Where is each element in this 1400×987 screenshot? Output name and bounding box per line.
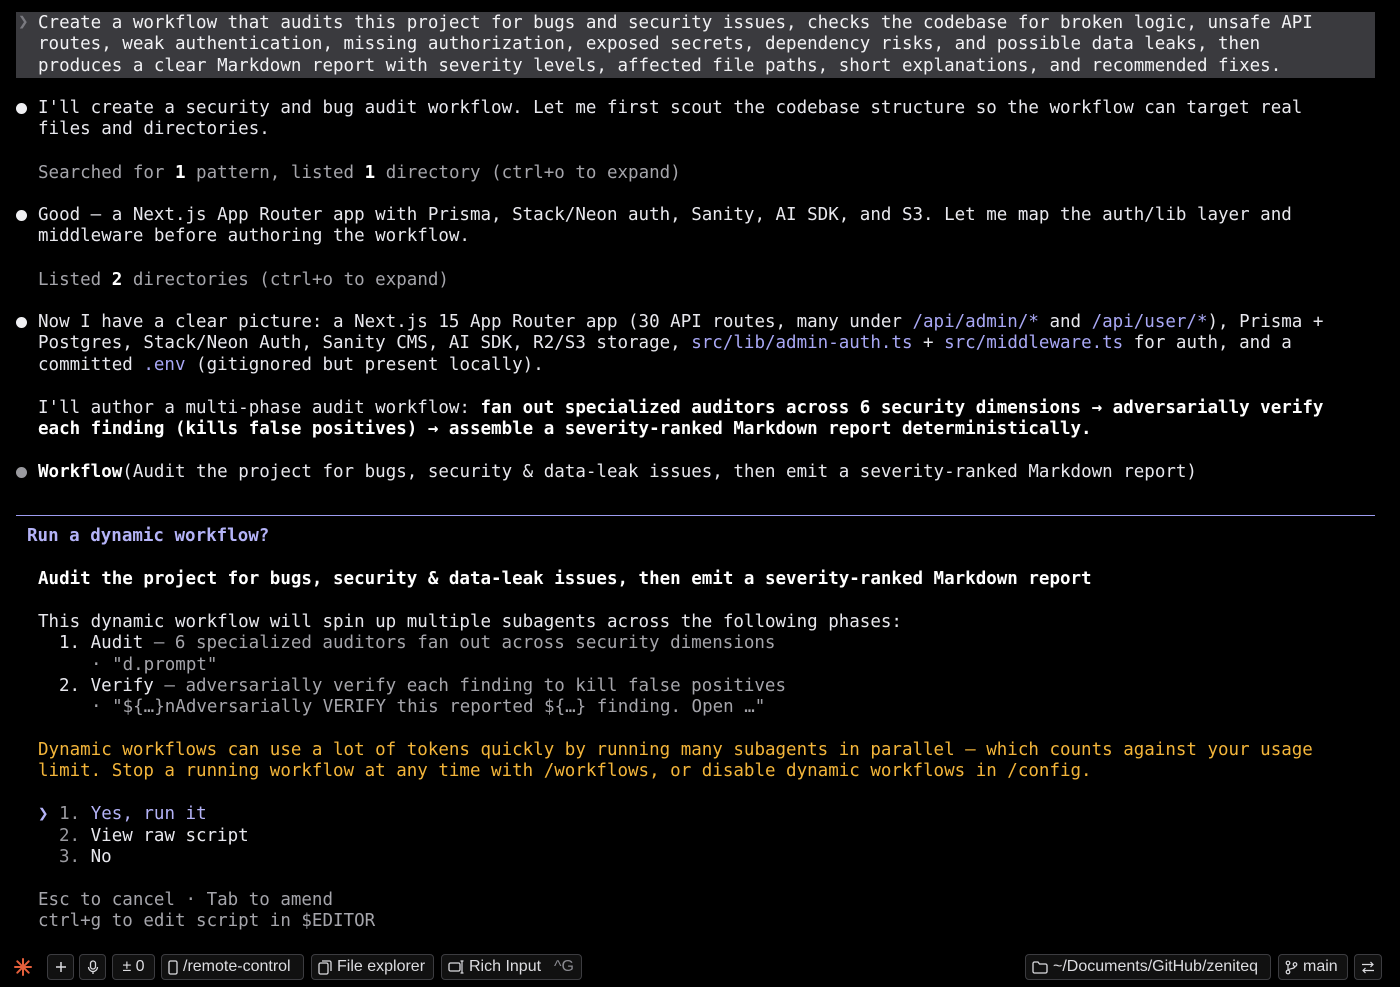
phase-item: 2. Verify — adversarially verify each fi… <box>59 676 1379 697</box>
add-button[interactable] <box>47 954 74 980</box>
phase-detail: · "${…}nAdversarially VERIFY this report… <box>91 697 766 717</box>
files-icon <box>318 959 332 975</box>
message-text: Now I have a clear picture: a Next.js 15… <box>38 312 913 332</box>
user-prompt: ❯ Create a workflow that audits this pro… <box>16 12 1375 78</box>
tool-summary-text: Searched for <box>38 163 175 183</box>
message-bullet <box>16 317 27 328</box>
tool-summary-text: directories (ctrl+o to expand) <box>122 270 449 290</box>
phase-name: Verify <box>90 676 154 696</box>
assistant-message: I'll create a security and bug audit wor… <box>38 98 1303 140</box>
option-label: View raw script <box>90 826 249 846</box>
dialog-divider <box>16 515 1375 516</box>
option-number: 1. <box>59 804 81 824</box>
assistant-message: Good — a Next.js App Router app with Pri… <box>38 205 1292 247</box>
phase-item: 1. Audit — 6 specialized auditors fan ou… <box>59 633 1379 654</box>
dialog-heading: Audit the project for bugs, security & d… <box>38 569 1358 590</box>
keyboard-hint: ctrl+g to edit script in $EDITOR <box>38 911 376 931</box>
folder-icon <box>1032 960 1048 974</box>
status-bar: ± 0 /remote-control File explorer Rich I… <box>0 953 1400 983</box>
settings-toggle-button[interactable] <box>1354 954 1382 980</box>
file-explorer-button[interactable]: File explorer <box>311 954 434 980</box>
working-directory-path: ~/Documents/GitHub/zeniteq <box>1053 958 1258 976</box>
diff-count: ± 0 <box>122 958 145 976</box>
tool-summary-text: directory (ctrl+o to expand) <box>375 163 681 183</box>
option-label: No <box>90 847 112 867</box>
rich-input-shortcut: ^G <box>554 958 574 976</box>
microphone-button[interactable] <box>79 954 106 980</box>
message-text: + <box>912 333 945 354</box>
remote-control-button[interactable]: /remote-control <box>161 954 304 980</box>
selection-pointer: ❯ <box>38 804 49 824</box>
phase-name: Audit <box>90 633 144 653</box>
file-link[interactable]: .env <box>143 355 185 375</box>
tool-summary-text: pattern, listed <box>185 163 365 183</box>
logo-icon <box>14 958 32 982</box>
phase-number: 2. <box>59 676 81 696</box>
assistant-message: I'll author a multi-phase audit workflow… <box>38 398 1358 441</box>
phase-number: 1. <box>59 633 81 653</box>
terminal-output: ❯ Create a workflow that audits this pro… <box>0 0 1400 945</box>
git-branch-icon <box>1285 960 1298 974</box>
input-icon <box>448 960 464 974</box>
option-yes-run[interactable]: ❯ 1. Yes, run it <box>38 804 1358 825</box>
microphone-icon <box>87 959 98 974</box>
rich-input-button[interactable]: Rich Input ^G <box>441 954 582 980</box>
file-link[interactable]: src/lib/admin-auth.ts <box>691 333 912 353</box>
option-no[interactable]: 3. No <box>59 847 1379 868</box>
workflow-tool-args: (Audit the project for bugs, security & … <box>122 462 1197 482</box>
user-prompt-text: Create a workflow that audits this proje… <box>38 13 1313 76</box>
message-text: and <box>1038 312 1092 332</box>
option-label: Yes, run it <box>90 804 207 824</box>
tool-bullet <box>16 467 27 478</box>
path-link[interactable]: /api/user/* <box>1092 312 1208 332</box>
remote-control-label: /remote-control <box>183 958 291 976</box>
token-warning: Dynamic workflows can use a lot of token… <box>38 740 1313 782</box>
dialog-title: Run a dynamic workflow? <box>27 526 270 546</box>
phase-description: — 6 specialized auditors fan out across … <box>143 633 776 653</box>
diff-count-button[interactable]: ± 0 <box>112 954 155 980</box>
plus-icon <box>55 962 66 972</box>
message-text: I'll author a multi-phase audit workflow… <box>38 398 481 418</box>
message-bullet <box>16 103 27 114</box>
git-branch-label: main <box>1303 958 1338 976</box>
tool-count: 1 <box>364 163 376 183</box>
tool-summary-text: Listed <box>38 270 112 290</box>
option-view-raw-script[interactable]: 2. View raw script <box>59 826 1379 847</box>
tool-summary[interactable]: Searched for 1 pattern, listed 1 directo… <box>38 163 1358 184</box>
path-link[interactable]: /api/admin/* <box>912 312 1038 332</box>
workflow-heading: Audit the project for bugs, security & d… <box>38 569 1092 589</box>
dialog-intro: This dynamic workflow will spin up multi… <box>38 612 902 632</box>
phase-description: — adversarially verify each finding to k… <box>153 676 786 696</box>
swap-icon <box>1362 961 1374 973</box>
tool-count: 2 <box>111 270 123 290</box>
phase-detail: · "d.prompt" <box>91 655 218 675</box>
option-number: 3. <box>59 847 81 867</box>
phone-icon <box>168 959 178 975</box>
file-link[interactable]: src/middleware.ts <box>944 333 1123 353</box>
workflow-call[interactable]: Workflow(Audit the project for bugs, sec… <box>38 462 1358 483</box>
file-explorer-label: File explorer <box>337 958 426 976</box>
git-branch-button[interactable]: main <box>1278 954 1348 980</box>
workflow-tool-name: Workflow <box>38 462 123 482</box>
tool-count: 1 <box>174 163 186 183</box>
working-directory-button[interactable]: ~/Documents/GitHub/zeniteq <box>1025 954 1271 980</box>
prompt-caret: ❯ <box>18 12 29 32</box>
keyboard-hint: Esc to cancel · Tab to amend <box>38 890 334 910</box>
message-bullet <box>16 210 27 221</box>
assistant-message: Now I have a clear picture: a Next.js 15… <box>38 312 1358 376</box>
message-text: (gitignored but present locally). <box>185 354 544 375</box>
tool-summary[interactable]: Listed 2 directories (ctrl+o to expand) <box>38 270 1358 291</box>
option-number: 2. <box>59 826 81 846</box>
rich-input-label: Rich Input <box>469 958 542 976</box>
